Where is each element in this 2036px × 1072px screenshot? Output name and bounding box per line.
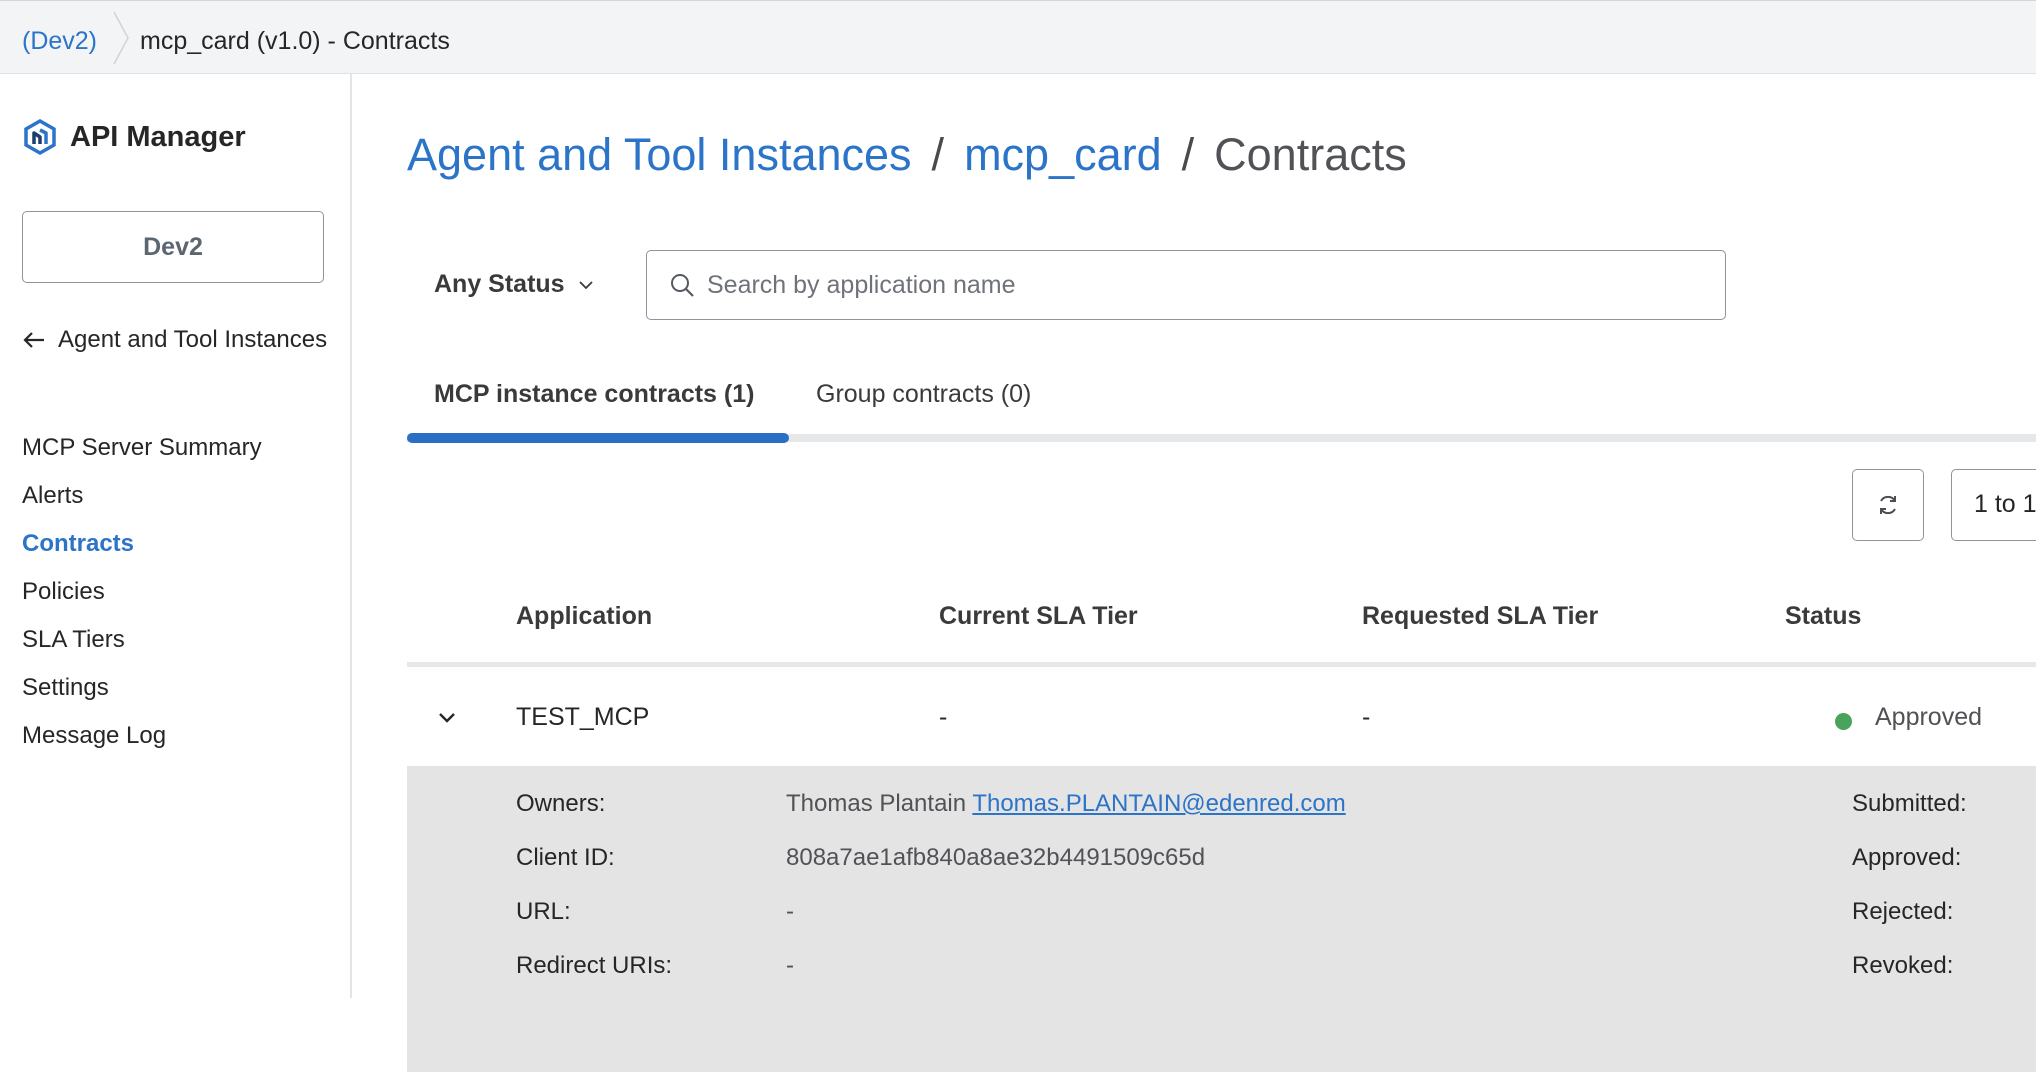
revoked-label: Revoked:: [1852, 952, 1954, 979]
sidebar-nav: MCP Server Summary Alerts Contracts Poli…: [22, 432, 262, 768]
search-box[interactable]: [646, 250, 1726, 320]
back-link-label: Agent and Tool Instances: [58, 326, 328, 353]
title-link-api[interactable]: mcp_card: [964, 129, 1162, 180]
client-id-label: Client ID:: [516, 844, 615, 871]
column-header-status[interactable]: Status: [1785, 602, 1861, 631]
sidebar-item-mcp-server-summary[interactable]: MCP Server Summary: [22, 432, 262, 480]
status-filter-label: Any Status: [434, 270, 565, 298]
breadcrumb-env-link[interactable]: (Dev2): [22, 27, 97, 56]
owners-value: Thomas Plantain Thomas.PLANTAIN@edenred.…: [786, 790, 1346, 818]
caret-down-icon[interactable]: [437, 711, 457, 725]
redirect-uris-value: -: [786, 952, 794, 979]
pagination-dropdown[interactable]: 1 to 1: [1951, 469, 2036, 541]
sidebar-item-alerts[interactable]: Alerts: [22, 480, 262, 528]
cell-status: Approved: [1875, 703, 1983, 731]
owner-name: Thomas Plantain: [786, 790, 967, 817]
column-header-requested-sla[interactable]: Requested SLA Tier: [1362, 602, 1598, 631]
row-details-panel: Owners: Thomas Plantain Thomas.PLANTAIN@…: [407, 766, 2036, 1072]
url-value: -: [786, 898, 794, 925]
owners-label: Owners:: [516, 790, 606, 817]
tab-group-contracts[interactable]: Group contracts (0): [816, 380, 1031, 409]
tab-active-indicator: [407, 433, 789, 443]
page-title: Agent and Tool Instances / mcp_card / Contra…: [407, 129, 1407, 181]
breadcrumb-separator-icon: [113, 12, 129, 64]
title-current: Contracts: [1214, 129, 1407, 180]
cell-requested-sla: -: [1362, 703, 1371, 731]
brand-name: API Manager: [70, 120, 246, 153]
redirect-uris-label: Redirect URIs:: [516, 952, 673, 979]
cell-current-sla: -: [939, 703, 948, 731]
title-separator: /: [931, 129, 945, 180]
arrow-left-icon: [23, 332, 44, 348]
breadcrumb-current-page: mcp_card (v1.0) - Contracts: [140, 27, 450, 55]
sidebar-item-message-log[interactable]: Message Log: [22, 720, 262, 768]
cell-application: TEST_MCP: [516, 703, 650, 731]
environment-button[interactable]: Dev2: [22, 211, 324, 283]
client-id-value: 808a7ae1afb840a8ae32b4491509c65d: [786, 844, 1206, 871]
back-link[interactable]: Agent and Tool Instances: [22, 326, 327, 354]
search-input[interactable]: [707, 270, 1657, 300]
status-filter-dropdown[interactable]: Any Status: [434, 270, 595, 299]
title-separator: /: [1181, 129, 1195, 180]
main-content: Agent and Tool Instances / mcp_card / Contra…: [352, 74, 2036, 1072]
tab-mcp-instance-contracts[interactable]: MCP instance contracts (1): [434, 380, 754, 409]
sidebar-item-contracts[interactable]: Contracts: [22, 528, 262, 576]
refresh-icon: [1880, 495, 1896, 515]
sidebar-item-policies[interactable]: Policies: [22, 576, 262, 624]
column-header-application[interactable]: Application: [516, 602, 652, 631]
search-icon: [671, 274, 694, 297]
status-approved-dot: [1835, 713, 1852, 730]
refresh-button[interactable]: [1852, 469, 1924, 541]
sidebar: API Manager Dev2 Agent and Tool Instance…: [0, 74, 352, 998]
approved-label: Approved:: [1852, 844, 1962, 871]
logo-icon: [24, 119, 56, 155]
title-link-instances[interactable]: Agent and Tool Instances: [407, 129, 912, 180]
sidebar-item-settings[interactable]: Settings: [22, 672, 262, 720]
owner-email-link[interactable]: Thomas.PLANTAIN@edenred.com: [972, 790, 1345, 817]
top-breadcrumb-bar: (Dev2) mcp_card (v1.0) - Contracts: [0, 0, 2036, 74]
submitted-label: Submitted:: [1852, 790, 1967, 817]
sidebar-item-sla-tiers[interactable]: SLA Tiers: [22, 624, 262, 672]
rejected-label: Rejected:: [1852, 898, 1954, 925]
chevron-down-icon: [578, 280, 593, 289]
url-label: URL:: [516, 898, 571, 925]
brand[interactable]: API Manager: [22, 119, 246, 155]
column-header-current-sla[interactable]: Current SLA Tier: [939, 602, 1138, 631]
